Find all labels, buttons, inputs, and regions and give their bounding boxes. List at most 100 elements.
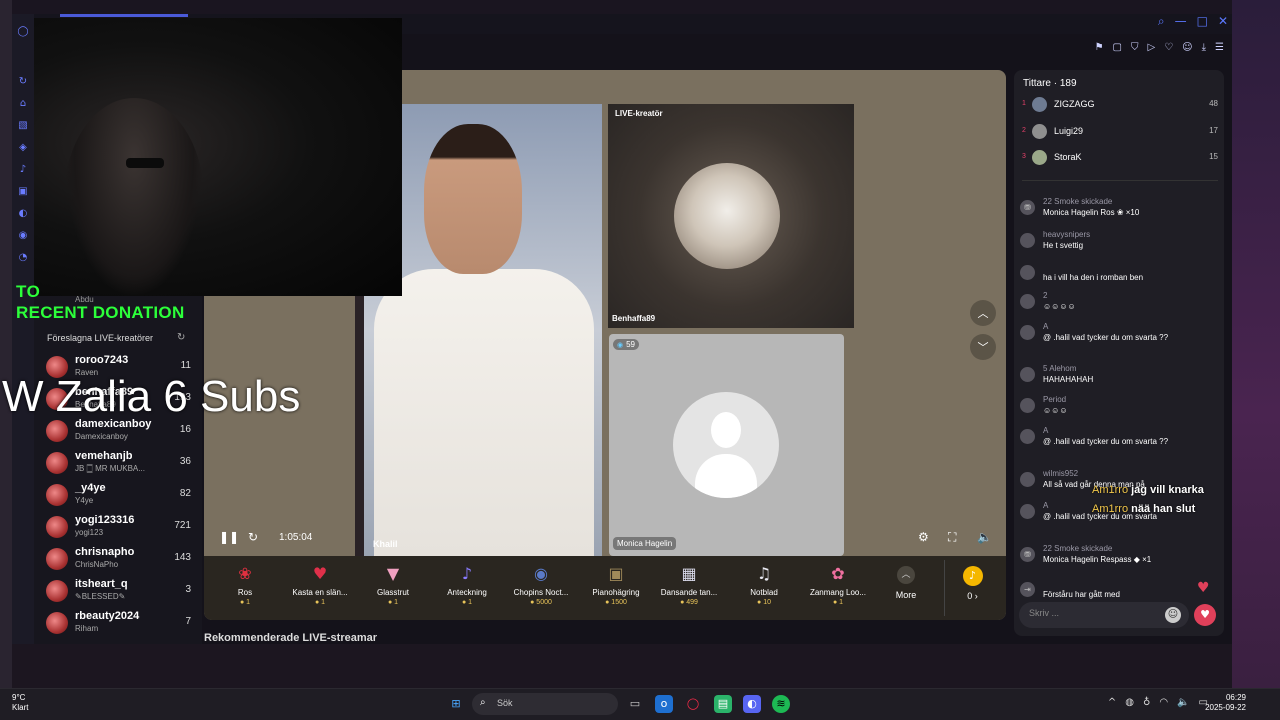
top-viewer-row[interactable]: 3 StoraK 15: [1022, 150, 1218, 168]
snapshot-icon[interactable]: ▢: [1113, 42, 1122, 53]
shop-icon[interactable]: ⌂: [16, 96, 30, 110]
settings-icon[interactable]: ⚙: [918, 530, 929, 544]
creator-nickname: Riham: [75, 624, 99, 633]
creator-viewer-count: 721: [174, 520, 191, 531]
suggested-creator[interactable]: _y4ye Y4ye 82: [46, 482, 191, 512]
maximize-icon[interactable]: □: [1197, 14, 1208, 29]
chat-meta: A: [1043, 322, 1049, 331]
creator-name: chrisnapho: [75, 546, 135, 558]
taskbar-search[interactable]: ⌕ Sök: [472, 693, 618, 715]
viewer-score: 48: [1209, 99, 1218, 108]
tray-app-icon[interactable]: ◍: [1125, 697, 1134, 708]
discord-icon[interactable]: ◐: [743, 695, 761, 713]
wifi-icon[interactable]: ◠: [1159, 697, 1168, 708]
suggested-creator[interactable]: yogi123316 yogi123 721: [46, 514, 191, 544]
suggested-creator[interactable]: vemehanjb JB 🀆 MR MUKBA... 36: [46, 450, 191, 480]
desktop-wallpaper: [1232, 0, 1280, 688]
tiktok-studio-icon[interactable]: ▤: [714, 695, 732, 713]
chat-meta: 22 Smoke skickade: [1043, 197, 1113, 206]
chat-meta: A: [1043, 426, 1049, 435]
tiktok-icon[interactable]: ♪: [16, 162, 30, 176]
chat-meta: wilmis952: [1043, 469, 1079, 478]
gift-item[interactable]: ❀ Ros ● 1: [209, 563, 281, 615]
gift-item[interactable]: ♫ Notblad ● 10: [728, 563, 800, 615]
suggested-creator[interactable]: itsheart_q ✎BLESSED✎ 3: [46, 578, 191, 608]
viewers-title: Tittare · 189: [1023, 78, 1077, 89]
avatar: [1020, 472, 1035, 487]
avatar: [1020, 265, 1035, 280]
pause-icon[interactable]: ❚❚: [219, 530, 239, 544]
gift-item[interactable]: ▣ Pianohägring ● 1500: [580, 563, 652, 615]
menu-icon[interactable]: ☰: [1215, 42, 1224, 53]
outlook-icon[interactable]: o: [655, 695, 673, 713]
top-viewer-row[interactable]: 2 Luigi29 17: [1022, 124, 1218, 142]
spotify-icon[interactable]: ≋: [772, 695, 790, 713]
active-tab-indicator[interactable]: [60, 14, 188, 17]
minimize-icon[interactable]: —: [1175, 14, 1187, 29]
creator-nickname: Y4ye: [75, 496, 94, 505]
like-button[interactable]: ♥: [1194, 604, 1216, 626]
gift-name: Zanmang Loo...: [809, 588, 867, 597]
avatar: [1032, 150, 1047, 165]
taskbar-clock[interactable]: 06:29 2025-09-22: [1205, 693, 1246, 713]
more-gifts-button[interactable]: ︿ More: [888, 563, 924, 611]
browser-logo-icon[interactable]: ◯: [16, 24, 30, 38]
previous-stream-button[interactable]: ︿: [970, 300, 996, 326]
chat-input[interactable]: [1029, 608, 1159, 618]
gift-item[interactable]: ✿ Zanmang Loo... ● 1: [802, 563, 874, 615]
volume-icon[interactable]: 🔈: [1177, 697, 1189, 708]
gift-item[interactable]: ▼ Glasstrut ● 1: [357, 563, 429, 615]
emoji-icon[interactable]: ☺: [1165, 607, 1181, 623]
box-icon[interactable]: ▧: [16, 118, 30, 132]
task-view-icon[interactable]: ▭: [626, 695, 644, 713]
messenger-icon[interactable]: ◈: [16, 140, 30, 154]
suggested-creator[interactable]: chrisnapho ChrisNaPho 143: [46, 546, 191, 576]
chat-input-box[interactable]: [1019, 602, 1189, 628]
gift-item[interactable]: ♪ Anteckning ● 1: [431, 563, 503, 615]
gift-item[interactable]: ◉ Chopins Noct... ● 5000: [505, 563, 577, 615]
search-icon[interactable]: ⌕: [1158, 14, 1165, 29]
bookmark-icon[interactable]: ⚑: [1095, 42, 1104, 53]
gift-item[interactable]: ♥ Kasta en slän... ● 1: [284, 563, 356, 615]
rose-icon: ❀: [238, 564, 252, 583]
chat-meta: heavysnipers: [1043, 230, 1091, 239]
suggested-creator[interactable]: damexicanboy Damexicanboy 16: [46, 418, 191, 448]
twitch-icon[interactable]: ▣: [16, 184, 30, 198]
download-icon[interactable]: ⤓: [1202, 42, 1206, 53]
coin-balance-button[interactable]: ♪ 0 ›: [944, 560, 1000, 616]
keyboard-icon: ▦: [681, 564, 697, 583]
overlay-text: nää han slut: [1131, 503, 1196, 515]
play-icon[interactable]: ▷: [1148, 42, 1156, 53]
taskbar-search-label: Sök: [497, 698, 513, 708]
shield-icon[interactable]: ⛉: [1131, 42, 1139, 53]
play-circle-icon[interactable]: ◉: [16, 228, 30, 242]
close-icon[interactable]: ✕: [1218, 14, 1228, 29]
suggested-creator[interactable]: rbeauty2024 Riham 7: [46, 610, 191, 640]
bouquet-icon: ✿: [831, 564, 845, 583]
start-icon[interactable]: ⊞: [447, 695, 465, 713]
viewer-name: Luigi29: [1054, 126, 1084, 136]
refresh-icon[interactable]: ↻: [177, 332, 185, 343]
volume-icon[interactable]: 🔈: [977, 530, 992, 544]
chevron-up-icon[interactable]: ^: [1108, 697, 1116, 708]
host-head: [424, 124, 522, 274]
avatar: [1020, 504, 1035, 519]
creator-nickname: ✎BLESSED✎: [75, 592, 126, 601]
fullscreen-icon[interactable]: ⛶: [948, 530, 956, 545]
refresh-icon[interactable]: ↻: [16, 74, 30, 88]
top-viewer-row[interactable]: 1 ZIGZAGG 48: [1022, 97, 1218, 115]
heart-icon[interactable]: ♡: [1164, 42, 1173, 53]
microphone-icon[interactable]: ♁: [1143, 697, 1150, 708]
replay-icon[interactable]: ↻: [248, 530, 258, 544]
next-stream-button[interactable]: ﹀: [970, 334, 996, 360]
stream-duration: 1:05:04: [279, 532, 313, 543]
profile-icon[interactable]: ☺: [1182, 42, 1192, 53]
sheet-music-icon: ♫: [756, 564, 772, 583]
history-icon[interactable]: ◔: [16, 250, 30, 264]
weather-widget[interactable]: 9°C Klart: [12, 693, 28, 713]
gift-item[interactable]: ▦ Dansande tan... ● 499: [653, 563, 725, 615]
opera-icon[interactable]: ◯: [684, 695, 702, 713]
overlay-text: jag vill knarka: [1131, 484, 1204, 496]
discord-icon[interactable]: ◐: [16, 206, 30, 220]
coin-balance: 0 ›: [967, 591, 978, 601]
